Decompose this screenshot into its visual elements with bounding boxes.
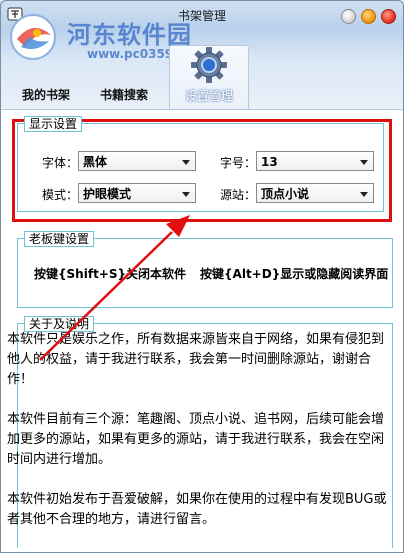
mode-select[interactable]: 护眼模式: [78, 183, 196, 203]
chevron-down-icon: [182, 160, 190, 165]
size-select[interactable]: 13: [256, 151, 374, 171]
source-value: 顶点小说: [261, 187, 310, 201]
chevron-down-icon: [182, 192, 190, 197]
gear-icon: [191, 47, 227, 83]
tab-my-bookshelf[interactable]: 我的书架: [7, 45, 85, 109]
about-text: 本软件只是娱乐之作，所有数据来源皆来自于网络，如果有侵犯到他人的权益，请于我进行…: [7, 330, 391, 550]
about-paragraph: 本软件目前有三个源：笔趣阁、顶点小说、追书网，后续可能会增加更多的源站，如果有更…: [7, 412, 385, 467]
about-paragraph: 本软件初始发布于吾爱破解，如果你在使用的过程中有发现BUG或者其他不合理的地方，…: [7, 492, 387, 527]
mode-value: 护眼模式: [83, 187, 132, 201]
font-select[interactable]: 黑体: [78, 151, 196, 171]
size-label: 字号：: [219, 156, 256, 170]
font-value: 黑体: [83, 155, 108, 169]
tab-settings[interactable]: 设置管理: [169, 45, 249, 110]
group-legend: 老板键设置: [24, 231, 95, 247]
size-value: 13: [261, 155, 278, 169]
boss-key-group: 老板键设置 按键{Shift+S}关闭本软件 按键{Alt+D}显示或隐藏阅读界…: [17, 231, 393, 308]
source-select[interactable]: 顶点小说: [256, 183, 374, 203]
group-legend: 显示设置: [24, 116, 83, 132]
display-settings-group: 显示设置 字体： 黑体 字号： 13 模式： 护眼模式 源站： 顶点小说: [17, 116, 384, 212]
tab-label: 设置管理: [184, 89, 233, 103]
close-button[interactable]: [381, 9, 396, 24]
minimize-button[interactable]: –: [341, 8, 356, 24]
font-label: 字体：: [41, 156, 78, 170]
mode-label: 模式：: [41, 188, 78, 202]
toggle-hotkey-hint: 按键{Alt+D}显示或隐藏阅读界面: [200, 267, 389, 281]
close-hotkey-hint: 按键{Shift+S}关闭本软件: [34, 267, 187, 281]
settings-panel: 显示设置 字体： 黑体 字号： 13 模式： 护眼模式 源站： 顶点小说 老板键…: [1, 109, 403, 552]
tab-label: 我的书架: [21, 88, 70, 102]
chevron-down-icon: [360, 160, 368, 165]
app-window: 书架管理 – 河东软件园 www.pc0359.cn 我的书架 书籍搜索 设置管…: [0, 0, 404, 553]
tab-label: 书籍搜索: [99, 88, 148, 102]
about-paragraph: 本软件只是娱乐之作，所有数据来源皆来自于网络，如果有侵犯到他人的权益，请于我进行…: [7, 332, 385, 387]
tab-book-search[interactable]: 书籍搜索: [85, 45, 163, 109]
maximize-button[interactable]: [361, 9, 376, 24]
title-bar: 书架管理 –: [1, 1, 403, 29]
source-label: 源站：: [219, 188, 256, 202]
chevron-down-icon: [360, 192, 368, 197]
minimize-icon: –: [346, 8, 351, 19]
